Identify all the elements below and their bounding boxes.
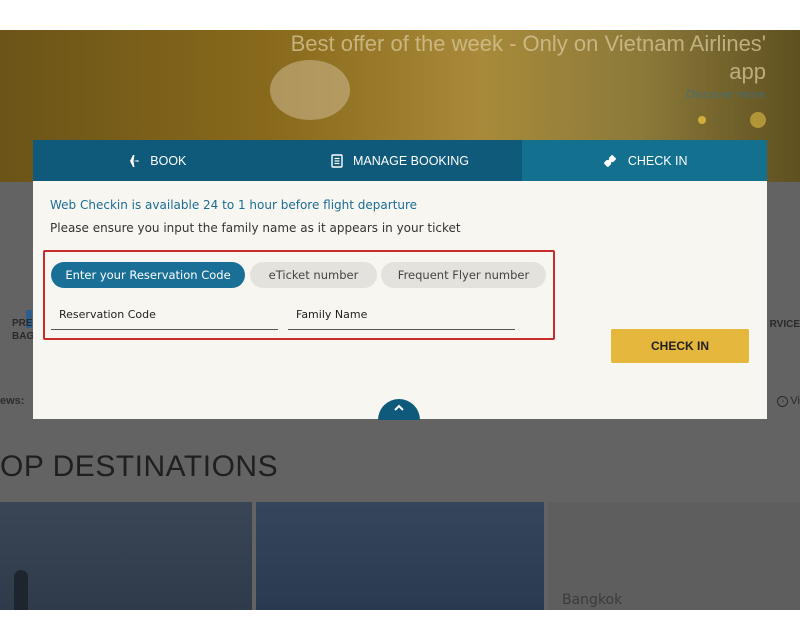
landmark-silhouette [14, 570, 28, 610]
tab-manage-booking-label: MANAGE BOOKING [353, 153, 469, 168]
tab-check-in-label: CHECK IN [627, 153, 688, 168]
booking-widget: BOOK MANAGE BOOKING CHECK IN Web Checkin… [33, 140, 768, 420]
family-name-input[interactable] [288, 300, 515, 329]
destination-card[interactable] [256, 502, 544, 610]
ticket-icon [602, 153, 618, 169]
option-frequent-flyer-number[interactable]: Frequent Flyer number [381, 262, 546, 288]
arrow-circle-icon: › [777, 395, 789, 407]
reservation-code-input[interactable] [51, 300, 278, 329]
service-label-right-cut: RVICE [769, 319, 800, 330]
destination-label: Bangkok [562, 592, 623, 608]
document-icon [331, 153, 343, 168]
page-viewport: Best offer of the week - Only on Vietnam… [0, 30, 800, 610]
checkin-panel: Web Checkin is available 24 to 1 hour be… [33, 181, 767, 420]
carousel-next-dot[interactable] [750, 112, 766, 128]
tab-book-label: BOOK [150, 153, 187, 168]
view-all-link[interactable]: › Vi [777, 395, 800, 407]
widget-tabs: BOOK MANAGE BOOKING CHECK IN [33, 140, 768, 181]
tab-book[interactable]: BOOK [33, 140, 278, 181]
tab-check-in[interactable]: CHECK IN [522, 140, 768, 181]
family-name-field [288, 300, 515, 330]
destination-card[interactable] [0, 502, 252, 610]
destination-card[interactable]: Bangkok [548, 502, 800, 610]
chevron-up-icon [393, 398, 405, 417]
checkin-instruction: Please ensure you input the family name … [50, 221, 461, 235]
carousel-dot[interactable] [698, 116, 706, 124]
hero-title: Best offer of the week - Only on Vietnam… [290, 31, 766, 84]
service-label-cut: PRE [12, 318, 33, 329]
checkin-availability-notice: Web Checkin is available 24 to 1 hour be… [50, 198, 418, 212]
highlighted-input-group: Enter your Reservation Code eTicket numb… [43, 250, 555, 340]
check-in-button[interactable]: CHECK IN [611, 329, 749, 363]
news-label-cut: ews: [0, 395, 25, 407]
airplane-icon [124, 153, 140, 169]
view-all-label: Vi [790, 395, 800, 407]
collapse-widget-button[interactable] [378, 399, 420, 420]
option-eticket-number[interactable]: eTicket number [250, 262, 377, 288]
service-label-cut-2: BAG [12, 331, 35, 342]
reservation-code-field [51, 300, 278, 330]
option-reservation-code[interactable]: Enter your Reservation Code [51, 262, 245, 288]
section-title: OP DESTINATIONS [0, 450, 279, 483]
hero-link[interactable]: Discover more [686, 88, 766, 101]
tab-manage-booking[interactable]: MANAGE BOOKING [277, 140, 523, 181]
